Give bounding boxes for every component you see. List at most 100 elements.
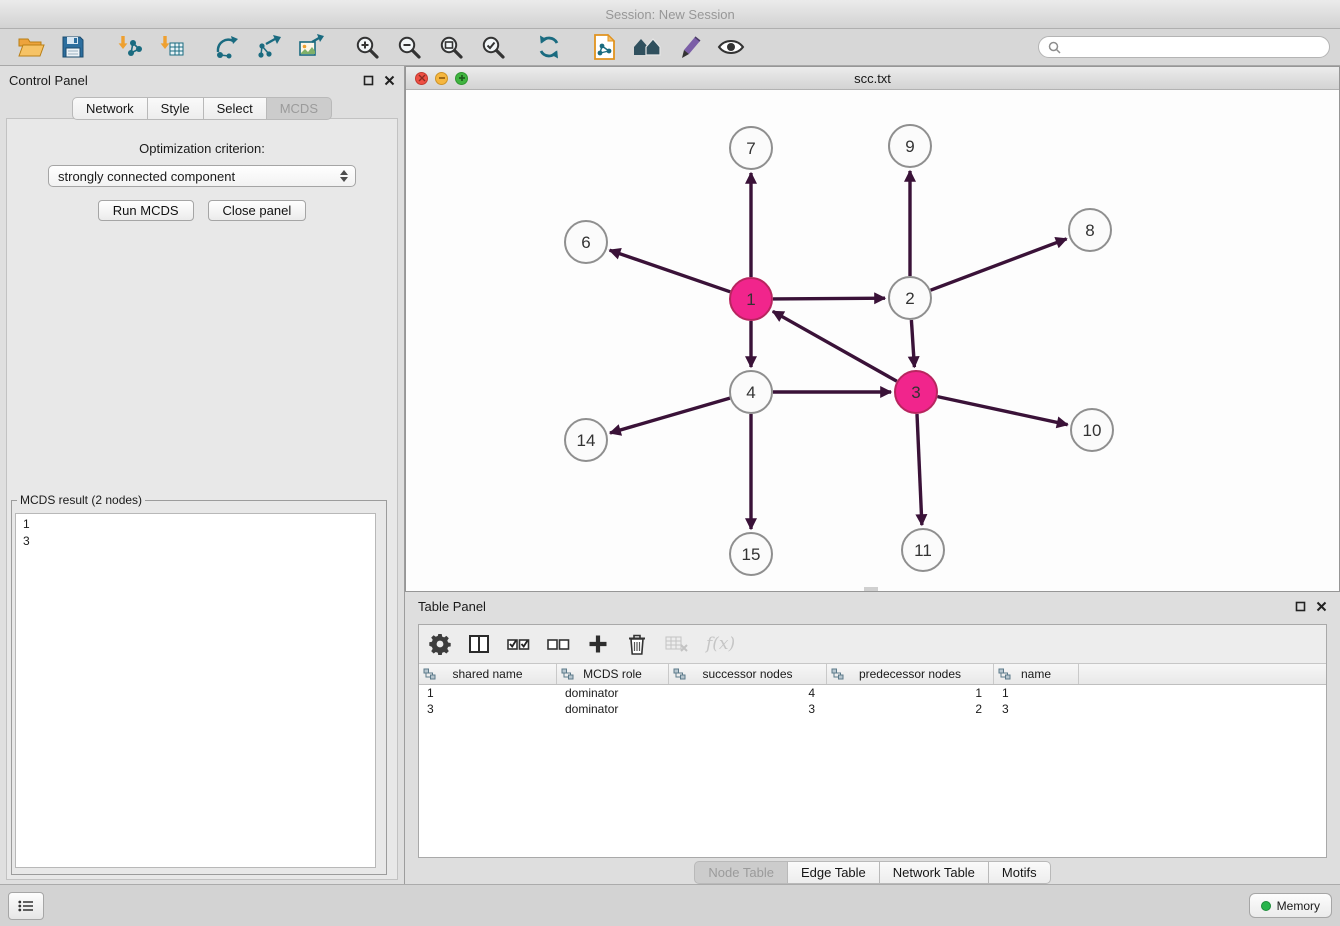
table-row[interactable]: 1dominator411 — [419, 685, 1326, 701]
graph-edge[interactable] — [938, 397, 1068, 425]
table-cell[interactable]: 3 — [994, 701, 1079, 717]
tab-motifs[interactable]: Motifs — [989, 861, 1051, 884]
close-window-button[interactable] — [415, 72, 428, 85]
graph-edge[interactable] — [917, 414, 922, 525]
graph-node-label: 11 — [914, 541, 932, 560]
show-columns-button[interactable] — [468, 631, 490, 657]
export-image-button[interactable] — [290, 31, 332, 63]
table-panel: Table Panel f(x) shared nameMCDS rolesuc… — [405, 592, 1340, 884]
save-session-button[interactable] — [52, 31, 94, 63]
close-panel-push-button[interactable]: Close panel — [208, 200, 307, 221]
table-cell[interactable]: 1 — [994, 685, 1079, 701]
column-header-shared-name[interactable]: shared name — [419, 664, 557, 684]
graph-node[interactable]: 14 — [565, 419, 607, 461]
select-all-button[interactable] — [507, 631, 530, 657]
tab-mcds[interactable]: MCDS — [267, 97, 332, 120]
column-tree-icon — [998, 668, 1011, 680]
houses-icon — [632, 35, 662, 59]
zoom-window-button[interactable] — [455, 72, 468, 85]
table-cell[interactable]: dominator — [557, 685, 669, 701]
tab-edge-table[interactable]: Edge Table — [788, 861, 880, 884]
graph-node[interactable]: 3 — [895, 371, 937, 413]
graph-edge[interactable] — [773, 298, 885, 299]
eye-button[interactable] — [710, 31, 752, 63]
control-panel-header: Control Panel — [0, 66, 404, 94]
zoom-in-button[interactable] — [346, 31, 388, 63]
network-canvas[interactable]: 7 9 6 8 1 2 4 3 14 10 15 11 — [406, 90, 1339, 592]
tab-node-table[interactable]: Node Table — [694, 861, 788, 884]
minimize-window-button[interactable] — [435, 72, 448, 85]
graph-node[interactable]: 1 — [730, 278, 772, 320]
zoom-out-icon — [397, 35, 422, 60]
tab-network-table[interactable]: Network Table — [880, 861, 989, 884]
deselect-all-button[interactable] — [547, 631, 570, 657]
graph-node[interactable]: 8 — [1069, 209, 1111, 251]
table-cell[interactable]: 2 — [827, 701, 994, 717]
network-arrow-button[interactable] — [206, 31, 248, 63]
run-mcds-button[interactable]: Run MCDS — [98, 200, 194, 221]
table-cell[interactable]: 1 — [827, 685, 994, 701]
tab-style[interactable]: Style — [148, 97, 204, 120]
import-table-button[interactable] — [150, 31, 192, 63]
float-panel-icon[interactable] — [363, 75, 374, 86]
table-row[interactable]: 3dominator323 — [419, 701, 1326, 717]
network-window-titlebar[interactable]: scc.txt — [406, 67, 1339, 90]
zoom-out-button[interactable] — [388, 31, 430, 63]
graph-node[interactable]: 9 — [889, 125, 931, 167]
column-header-name[interactable]: name — [994, 664, 1079, 684]
settings-gear-button[interactable] — [429, 631, 451, 657]
criterion-dropdown[interactable]: strongly connected component — [48, 165, 356, 187]
column-header-predecessor-nodes[interactable]: predecessor nodes — [827, 664, 994, 684]
tab-select[interactable]: Select — [204, 97, 267, 120]
zoom-selected-button[interactable] — [472, 31, 514, 63]
table-cell[interactable]: 4 — [669, 685, 827, 701]
column-header-mcds-role[interactable]: MCDS role — [557, 664, 669, 684]
add-row-button[interactable] — [587, 631, 609, 657]
import-network-icon — [116, 34, 143, 60]
graph-node[interactable]: 2 — [889, 277, 931, 319]
search-box[interactable] — [1038, 36, 1330, 58]
houses-button[interactable] — [626, 31, 668, 63]
mcds-result-list[interactable]: 13 — [15, 513, 376, 868]
zoom-fit-button[interactable] — [430, 31, 472, 63]
graph-node-label: 4 — [746, 383, 755, 402]
column-header-successor-nodes[interactable]: successor nodes — [669, 664, 827, 684]
main-toolbar — [0, 29, 1340, 66]
open-file-button[interactable] — [10, 31, 52, 63]
toolbar-separator — [94, 47, 108, 48]
graph-edge[interactable] — [773, 311, 897, 381]
canvas-resize-grip[interactable] — [864, 587, 878, 591]
table-cell[interactable]: 1 — [419, 685, 557, 701]
style-brush-button[interactable] — [668, 31, 710, 63]
table-body: 1dominator4113dominator323 — [419, 685, 1326, 717]
memory-button[interactable]: Memory — [1249, 893, 1332, 918]
close-panel-icon[interactable] — [384, 75, 395, 86]
graph-node[interactable]: 6 — [565, 221, 607, 263]
graph-edge[interactable] — [911, 320, 914, 367]
import-network-button[interactable] — [108, 31, 150, 63]
window-controls — [415, 72, 468, 85]
graph-node[interactable]: 15 — [730, 533, 772, 575]
graph-node[interactable]: 10 — [1071, 409, 1113, 451]
refresh-view-button[interactable] — [528, 31, 570, 63]
result-item[interactable]: 1 — [23, 516, 368, 533]
graph-edge[interactable] — [931, 239, 1067, 290]
table-cell[interactable]: 3 — [669, 701, 827, 717]
graph-node[interactable]: 7 — [730, 127, 772, 169]
result-item[interactable]: 3 — [23, 533, 368, 550]
export-network-button[interactable] — [248, 31, 290, 63]
tab-network[interactable]: Network — [72, 97, 148, 120]
graph-node[interactable]: 11 — [902, 529, 944, 571]
table-cell[interactable]: dominator — [557, 701, 669, 717]
table-cell[interactable]: 3 — [419, 701, 557, 717]
close-table-panel-icon[interactable] — [1316, 601, 1327, 612]
float-table-panel-icon[interactable] — [1295, 601, 1306, 612]
search-input[interactable] — [1066, 39, 1320, 55]
graph-node[interactable]: 4 — [730, 371, 772, 413]
graph-edge[interactable] — [610, 398, 730, 433]
network-from-file-button[interactable] — [584, 31, 626, 63]
task-list-button[interactable] — [8, 892, 44, 920]
export-network-icon — [256, 34, 282, 60]
delete-row-button[interactable] — [626, 631, 648, 657]
graph-edge[interactable] — [610, 250, 731, 292]
